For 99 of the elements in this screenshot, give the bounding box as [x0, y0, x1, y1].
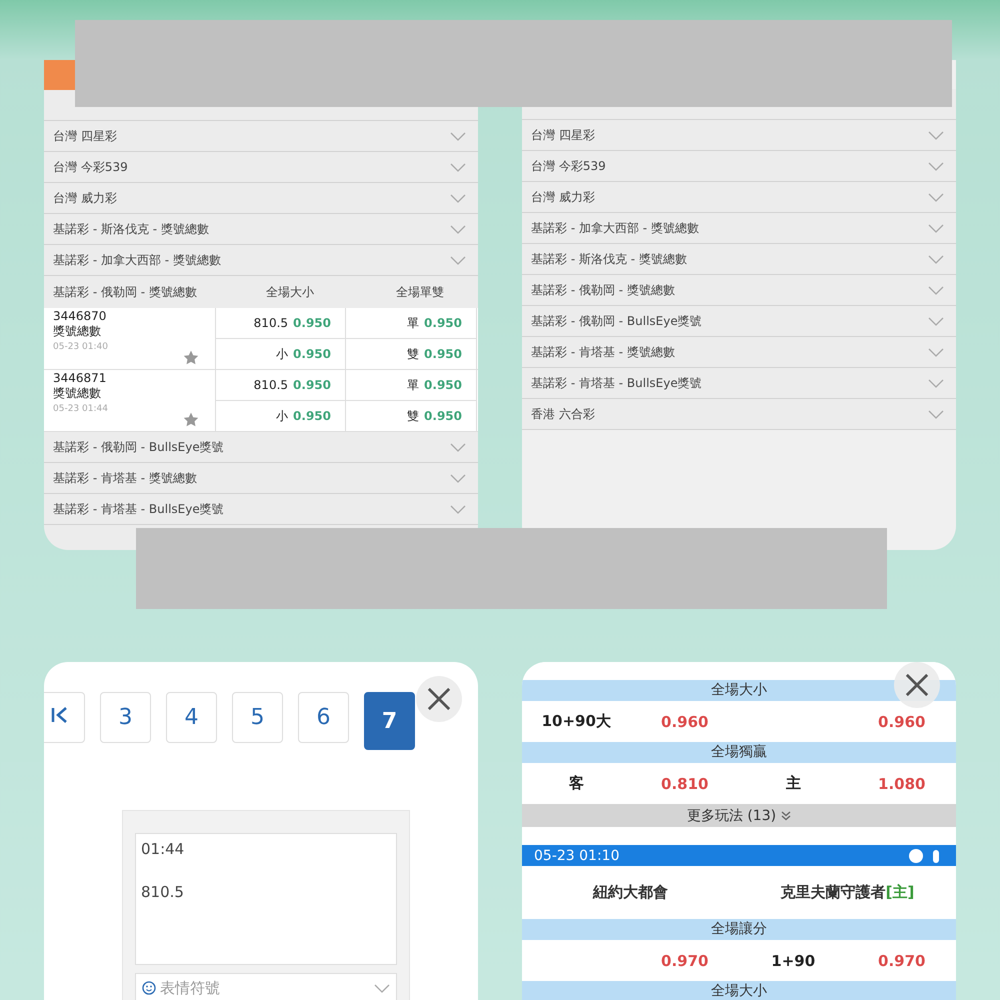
chevron-down-icon — [450, 256, 466, 264]
chevron-down-icon — [928, 130, 944, 140]
chevron-down-icon — [450, 162, 466, 172]
message-text: 01:44 — [141, 840, 186, 858]
lottery-row[interactable]: 香港 六合彩 — [522, 399, 956, 430]
odds-value[interactable]: 0.960 — [848, 712, 956, 730]
odds-value[interactable]: 0.970 — [848, 952, 956, 970]
chevron-down-icon — [450, 474, 466, 482]
odds-value[interactable]: 0.970 — [630, 952, 739, 970]
double-chevron-icon — [781, 810, 792, 820]
match-time: 05-23 01:10 — [534, 848, 620, 864]
list-item-label: 台灣 四星彩 — [531, 126, 595, 144]
column-header: 全場單雙 — [395, 284, 445, 300]
column-header: 全場大小 — [265, 284, 315, 300]
star-icon[interactable] — [183, 350, 199, 365]
odds-value[interactable]: 0.810 — [630, 774, 739, 792]
odds-button[interactable]: 單 0.950 — [407, 314, 462, 332]
list-item-label: 台灣 威力彩 — [53, 190, 117, 206]
draw-time: 05-23 01:44 — [53, 404, 109, 414]
page-button[interactable]: 6 — [298, 692, 349, 743]
list-item-label: 台灣 今彩539 — [53, 158, 128, 176]
chevron-down-icon — [928, 286, 944, 294]
list-item-label: 基諾彩 - 俄勒岡 - 獎號總數 — [53, 284, 198, 300]
chevron-down-icon — [450, 224, 466, 234]
odds-button[interactable]: 810.5 0.950 — [254, 316, 331, 330]
team-name: 紐約大都會 — [592, 883, 669, 902]
page-button[interactable]: 3 — [100, 692, 151, 743]
chevron-down-icon — [928, 316, 944, 326]
close-icon — [427, 687, 451, 711]
first-page-button[interactable] — [44, 692, 85, 743]
close-button[interactable] — [416, 676, 462, 722]
lottery-row[interactable]: 基諾彩 - 俄勒岡 - 獎號總數 — [522, 275, 956, 306]
list-item-label: 台灣 今彩539 — [531, 158, 606, 174]
chevron-down-icon — [450, 442, 466, 452]
lottery-row[interactable]: 基諾彩 - 俄勒岡 - BullsEye獎號 — [522, 306, 956, 337]
list-item-label: 基諾彩 - 俄勒岡 - BullsEye獎號 — [531, 312, 702, 330]
list-item-label: 基諾彩 - 肯塔基 - 獎號總數 — [531, 344, 675, 360]
list-item-label: 基諾彩 - 斯洛伐克 - 獎號總數 — [53, 220, 209, 238]
team-name: 克里夫蘭守護者[主] — [780, 883, 916, 902]
odds-button[interactable]: 小 0.950 — [276, 346, 331, 362]
odds-button[interactable]: 單 0.950 — [407, 376, 462, 394]
chevron-down-icon — [928, 378, 944, 388]
section-header: 全場讓分 — [522, 919, 956, 940]
page-button[interactable]: 5 — [232, 692, 283, 743]
close-icon — [905, 673, 929, 697]
list-item-label: 基諾彩 - 俄勒岡 - BullsEye獎號 — [53, 438, 224, 456]
odds-label: 客 — [568, 774, 585, 793]
chevron-down-icon — [928, 254, 944, 264]
list-item-label: 台灣 威力彩 — [531, 188, 595, 206]
odds-button[interactable]: 雙 0.950 — [407, 408, 462, 424]
lottery-row[interactable]: 台灣 四星彩 — [522, 120, 956, 151]
star-icon[interactable] — [183, 412, 199, 427]
message-text: 810.5 — [141, 883, 185, 901]
chevron-down-icon — [928, 348, 944, 356]
odds-value[interactable]: 0.960 — [630, 712, 739, 730]
list-item-label: 基諾彩 - 加拿大西部 - 獎號總數 — [53, 252, 221, 268]
odds-label: 主 — [784, 774, 802, 793]
draw-label: 獎號總數 — [53, 385, 102, 402]
draw-id: 3446871 — [53, 371, 108, 385]
odds-value[interactable]: 1.080 — [848, 774, 956, 792]
section-header: 全場大小 — [522, 680, 956, 701]
odds-label: 10+90大 — [540, 712, 612, 731]
section-header: 全場獨贏 — [522, 742, 956, 763]
draw-label: 獎號總數 — [53, 323, 102, 340]
chevron-down-icon — [450, 194, 466, 202]
chevron-down-icon — [928, 162, 944, 170]
list-item-label: 台灣 四星彩 — [53, 128, 117, 144]
lottery-row[interactable]: 基諾彩 - 肯塔基 - BullsEye獎號 — [522, 368, 956, 399]
lottery-row[interactable]: 台灣 威力彩 — [522, 182, 956, 213]
draw-time: 05-23 01:40 — [53, 342, 109, 352]
list-item-label: 基諾彩 - 肯塔基 - BullsEye獎號 — [531, 374, 702, 392]
page-button[interactable]: 7 — [364, 692, 415, 750]
draw-id: 3446870 — [53, 309, 108, 323]
chevron-down-icon — [374, 984, 390, 992]
list-item-label: 基諾彩 - 俄勒岡 - 獎號總數 — [531, 282, 675, 298]
message-field[interactable]: 01:44 810.5 — [135, 833, 397, 965]
smiley-icon — [142, 981, 156, 995]
lottery-row[interactable]: 基諾彩 - 斯洛伐克 - 獎號總數 — [522, 244, 956, 275]
list-item-label: 基諾彩 - 加拿大西部 - 獎號總數 — [531, 220, 699, 236]
list-item-label: 基諾彩 - 肯塔基 - 獎號總數 — [53, 470, 197, 486]
lottery-row[interactable]: 台灣 今彩539 — [522, 151, 956, 182]
lottery-row[interactable]: 基諾彩 - 肯塔基 - 獎號總數 — [522, 337, 956, 368]
chevron-down-icon — [928, 224, 944, 232]
list-item-label: 香港 六合彩 — [531, 406, 595, 422]
section-header: 全場大小 — [522, 981, 956, 1000]
odds-button[interactable]: 小 0.950 — [276, 408, 331, 424]
more-bets-bar[interactable]: 更多玩法 (13) — [522, 804, 956, 827]
odds-button[interactable]: 810.5 0.950 — [254, 378, 331, 392]
lottery-row[interactable]: 基諾彩 - 加拿大西部 - 獎號總數 — [522, 213, 956, 244]
odds-label: 1+90 — [770, 952, 816, 970]
list-item-label: 基諾彩 - 斯洛伐克 - 獎號總數 — [531, 250, 687, 268]
chevron-down-icon — [450, 132, 466, 140]
list-item-label: 基諾彩 - 肯塔基 - BullsEye獎號 — [53, 500, 224, 518]
chevron-down-icon — [450, 504, 466, 514]
chevron-down-icon — [928, 192, 944, 202]
page-button[interactable]: 4 — [166, 692, 217, 743]
chevron-down-icon — [928, 410, 944, 418]
first-page-icon — [50, 706, 70, 724]
odds-button[interactable]: 雙 0.950 — [407, 346, 462, 362]
